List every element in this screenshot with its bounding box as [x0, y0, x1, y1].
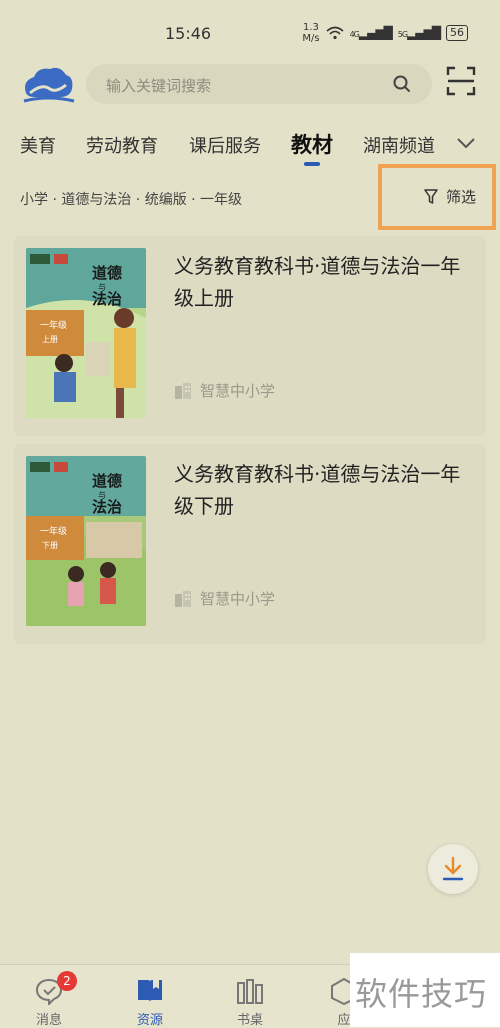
building-icon [175, 590, 191, 607]
nav-desk[interactable]: 书桌 [220, 977, 280, 1028]
book-icon [138, 980, 162, 1002]
category-tabs: 美育 劳动教育 课后服务 教材 湖南频道 [0, 126, 500, 166]
cover-volume: 下册 [42, 541, 58, 550]
book-cover-art: 道德 与 法治 一年级 上册 [26, 248, 146, 418]
cover-grade: 一年级 [40, 525, 67, 537]
download-button[interactable] [428, 844, 478, 894]
building-icon [175, 382, 191, 399]
chevron-down-icon[interactable] [456, 136, 476, 150]
tab-textbooks[interactable]: 教材 [291, 129, 333, 159]
book-title[interactable]: 义务教育教科书·道德与法治一年级下册 [174, 458, 474, 522]
nav-label: 书桌 [236, 1013, 263, 1028]
notification-badge: 2 [57, 971, 77, 991]
nav-label: 消息 [35, 1013, 62, 1028]
filter-bar: 小学 · 道德与法治 · 统编版 · 一年级 筛选 [0, 164, 500, 230]
tab-hunan-channel[interactable]: 湖南频道 [363, 132, 435, 158]
nav-messages[interactable]: 2 消息 [19, 971, 79, 1028]
network-speed: 1.3 M/s [302, 22, 319, 44]
signal-5g: 5G▂▄▆█ [397, 26, 441, 40]
header: 输入关键词搜索 [0, 60, 500, 110]
status-bar: 15:46 1.3 M/s 4G▂▄▆█ 5G▂▄▆█ 56 [0, 0, 500, 64]
search-bar[interactable]: 输入关键词搜索 [86, 64, 432, 104]
app-logo[interactable] [20, 63, 76, 107]
book-card[interactable]: 道德 与 法治 一年级 下册 义务教育教科书·道德与法治一年级下册 智慧中小学 [14, 444, 486, 644]
search-placeholder[interactable]: 输入关键词搜索 [106, 75, 211, 96]
breadcrumb: 小学 · 道德与法治 · 统编版 · 一年级 [20, 192, 243, 208]
status-time: 15:46 [165, 24, 212, 43]
watermark-text: 软件技巧 [355, 975, 488, 1013]
nav-resources[interactable]: 资源 [120, 977, 180, 1028]
wifi-icon [326, 26, 344, 40]
speed-value: 1.3 [303, 22, 319, 33]
tab-labor-education[interactable]: 劳动教育 [86, 132, 158, 158]
signal-4g: 4G▂▄▆█ [349, 26, 393, 40]
battery-indicator: 56 [446, 25, 468, 41]
filter-icon [424, 189, 438, 204]
book-cover: 道德 与 法治 一年级 上册 [26, 248, 146, 418]
book-title[interactable]: 义务教育教科书·道德与法治一年级上册 [174, 250, 474, 314]
cover-title-daode: 道德 [92, 264, 122, 282]
filter-label: 筛选 [446, 188, 477, 206]
speed-unit: M/s [302, 33, 320, 44]
network-5g-label: 5G [397, 30, 408, 39]
publisher-name: 智慧中小学 [200, 382, 276, 400]
tab-after-school[interactable]: 课后服务 [189, 132, 261, 158]
publisher-name: 智慧中小学 [200, 590, 276, 608]
cover-grade: 一年级 [40, 319, 67, 331]
cover-volume: 上册 [42, 335, 58, 344]
active-tab-indicator [304, 162, 320, 166]
book-card[interactable]: 道德 与 法治 一年级 上册 义务教育教科书·道德与法治一年级上册 智慧中小学 [14, 236, 486, 436]
download-icon [442, 856, 464, 881]
scan-icon[interactable] [446, 66, 476, 96]
network-4g-label: 4G [349, 30, 360, 39]
status-indicators: 1.3 M/s 4G▂▄▆█ 5G▂▄▆█ 56 [302, 22, 468, 44]
search-icon[interactable] [392, 74, 412, 94]
book-cover: 道德 与 法治 一年级 下册 [26, 456, 146, 626]
watermark: 软件技巧 [350, 953, 500, 1027]
nav-label: 资源 [136, 1013, 163, 1028]
filter-button[interactable]: 筛选 [378, 164, 496, 230]
bookshelf-icon [237, 979, 263, 1004]
publisher: 智慧中小学 [174, 380, 275, 401]
cover-title-fazhi: 法治 [92, 290, 122, 308]
cover-title-fazhi: 法治 [92, 498, 122, 516]
cover-title-daode: 道德 [92, 472, 122, 490]
book-cover-art: 道德 与 法治 一年级 下册 [26, 456, 146, 626]
publisher: 智慧中小学 [174, 588, 275, 609]
tab-meiyu[interactable]: 美育 [20, 132, 56, 158]
